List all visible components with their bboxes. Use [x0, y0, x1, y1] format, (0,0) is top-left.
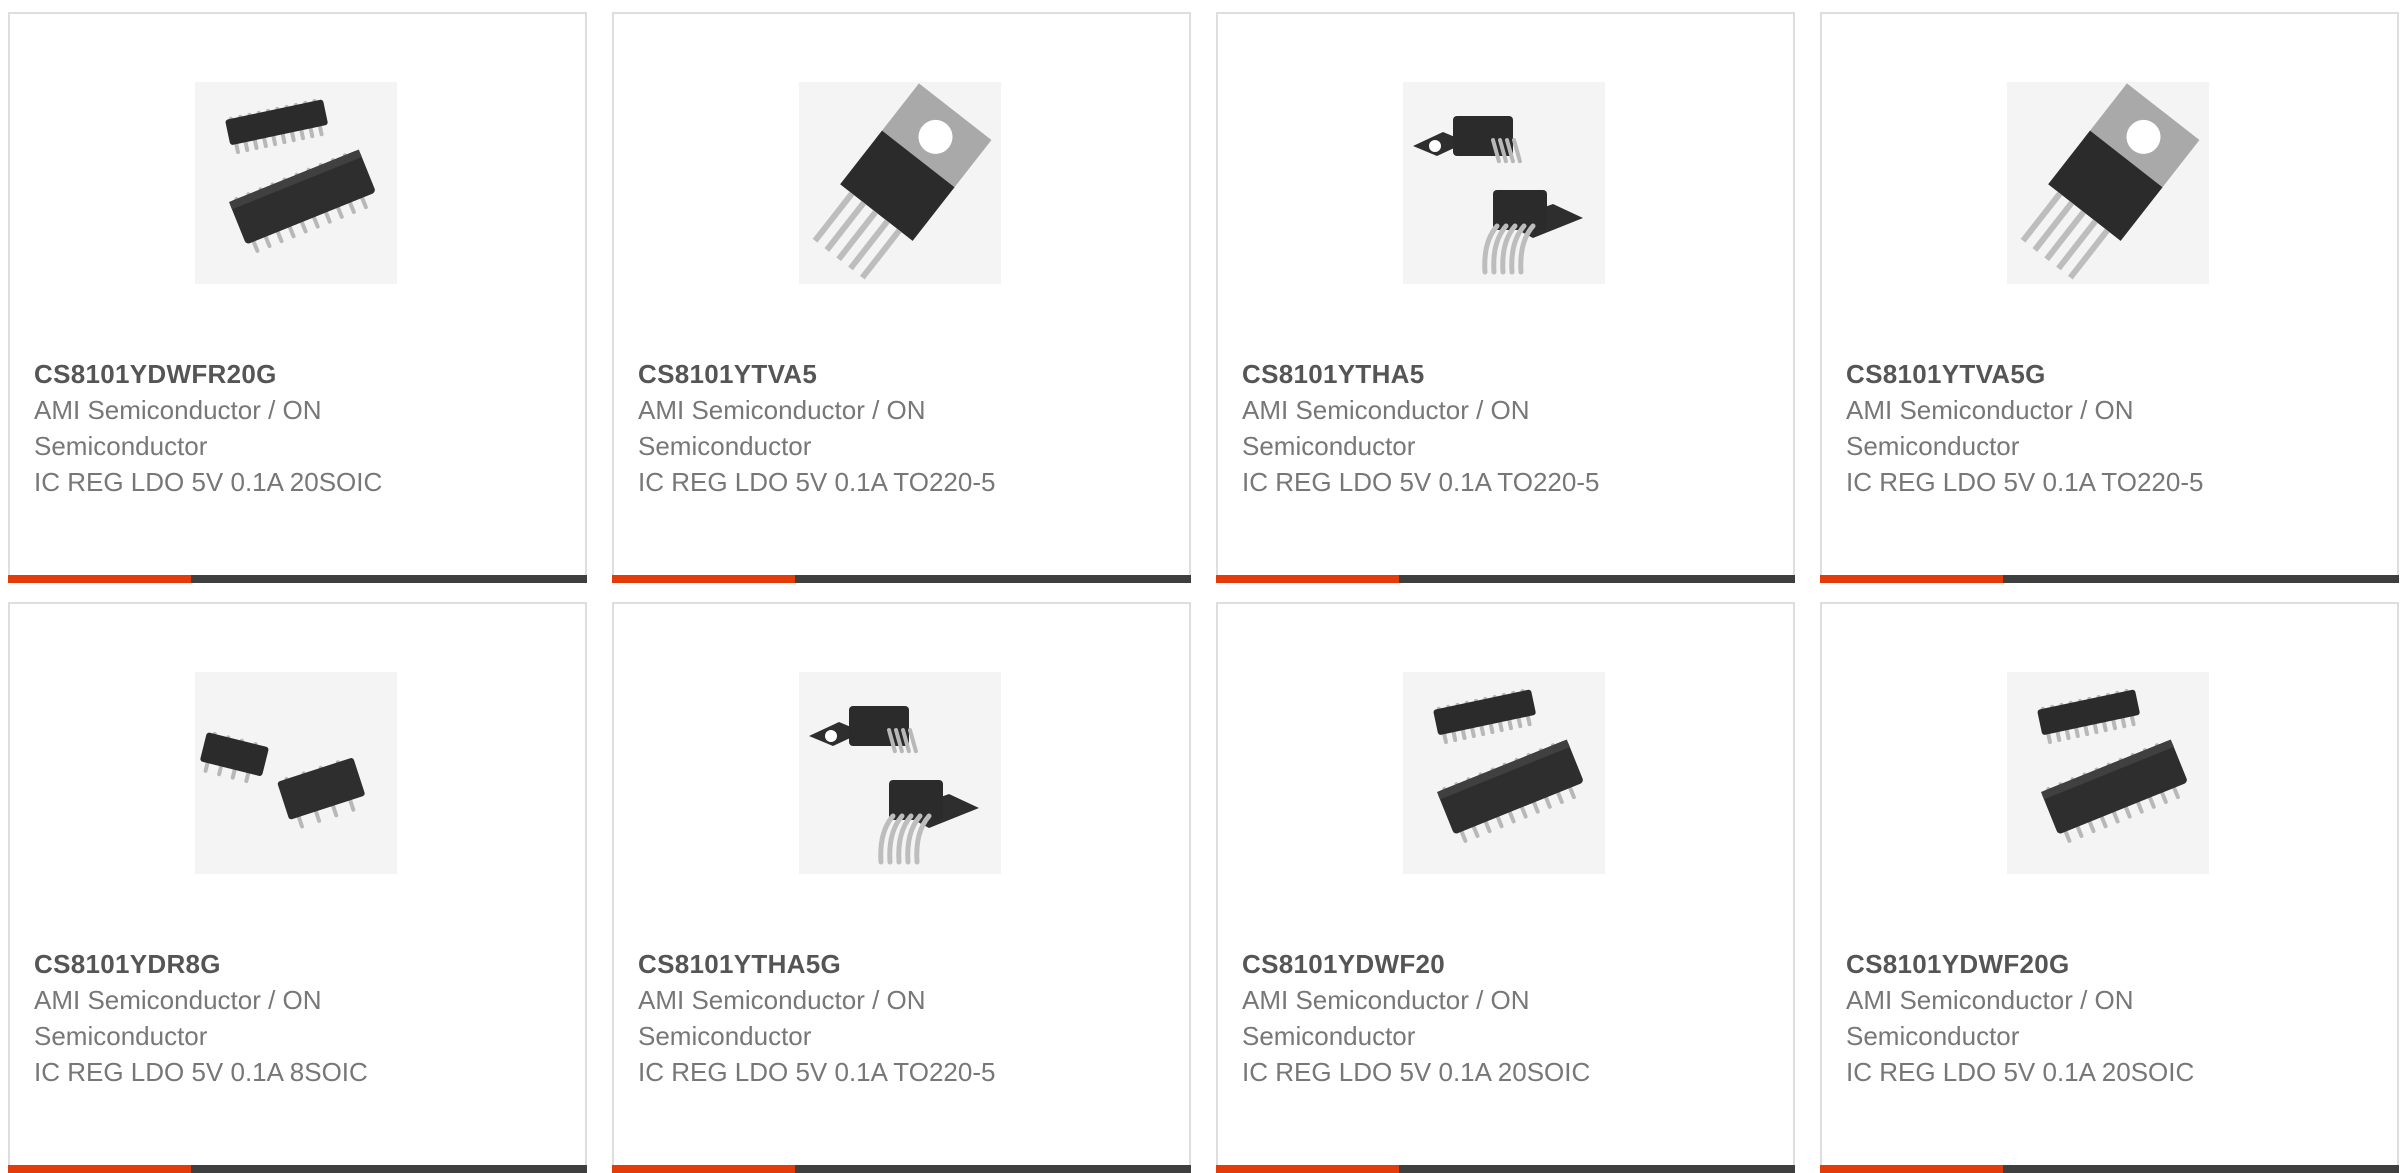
- product-image[interactable]: [799, 82, 1001, 284]
- manufacturer: AMI Semiconductor / ON Semiconductor: [1242, 985, 1530, 1051]
- part-number[interactable]: CS8101YDWF20G: [1846, 946, 2286, 982]
- card-bottom-bar: [8, 575, 587, 583]
- product-image[interactable]: [195, 82, 397, 284]
- description: IC REG LDO 5V 0.1A 20SOIC: [34, 467, 383, 497]
- manufacturer: AMI Semiconductor / ON Semiconductor: [34, 395, 322, 461]
- manufacturer: AMI Semiconductor / ON Semiconductor: [1846, 395, 2134, 461]
- card-bottom-bar: [612, 1165, 1191, 1173]
- part-number[interactable]: CS8101YTHA5G: [638, 946, 1078, 982]
- product-image[interactable]: [2007, 82, 2209, 284]
- product-card[interactable]: CS8101YDWFR20G AMI Semiconductor / ON Se…: [8, 12, 587, 583]
- product-image[interactable]: [1403, 672, 1605, 874]
- card-bottom-bar: [1820, 575, 2399, 583]
- product-card[interactable]: CS8101YTVA5 AMI Semiconductor / ON Semic…: [612, 12, 1191, 583]
- product-card[interactable]: CS8101YTVA5G AMI Semiconductor / ON Semi…: [1820, 12, 2399, 583]
- product-card[interactable]: CS8101YTHA5 AMI Semiconductor / ON Semic…: [1216, 12, 1795, 583]
- card-accent: [612, 575, 795, 583]
- manufacturer: AMI Semiconductor / ON Semiconductor: [638, 985, 926, 1051]
- part-number[interactable]: CS8101YTHA5: [1242, 356, 1682, 392]
- card-bottom-bar: [1216, 575, 1795, 583]
- card-accent: [1216, 1165, 1399, 1173]
- part-number[interactable]: CS8101YDWF20: [1242, 946, 1682, 982]
- description: IC REG LDO 5V 0.1A TO220-5: [638, 1057, 996, 1087]
- product-image[interactable]: [2007, 672, 2209, 874]
- description: IC REG LDO 5V 0.1A TO220-5: [638, 467, 996, 497]
- part-number[interactable]: CS8101YDWFR20G: [34, 356, 474, 392]
- part-number[interactable]: CS8101YDR8G: [34, 946, 474, 982]
- manufacturer: AMI Semiconductor / ON Semiconductor: [1846, 985, 2134, 1051]
- product-grid: CS8101YDWFR20G AMI Semiconductor / ON Se…: [8, 12, 2399, 1173]
- description: IC REG LDO 5V 0.1A 20SOIC: [1846, 1057, 2195, 1087]
- card-bottom-bar: [1216, 1165, 1795, 1173]
- card-bottom-bar: [1820, 1165, 2399, 1173]
- card-accent: [1216, 575, 1399, 583]
- card-accent: [1820, 575, 2003, 583]
- product-card[interactable]: CS8101YDWF20 AMI Semiconductor / ON Semi…: [1216, 602, 1795, 1173]
- description: IC REG LDO 5V 0.1A 8SOIC: [34, 1057, 368, 1087]
- product-card[interactable]: CS8101YTHA5G AMI Semiconductor / ON Semi…: [612, 602, 1191, 1173]
- manufacturer: AMI Semiconductor / ON Semiconductor: [638, 395, 926, 461]
- description: IC REG LDO 5V 0.1A TO220-5: [1846, 467, 2204, 497]
- description: IC REG LDO 5V 0.1A 20SOIC: [1242, 1057, 1591, 1087]
- product-image[interactable]: [799, 672, 1001, 874]
- product-card[interactable]: CS8101YDWF20G AMI Semiconductor / ON Sem…: [1820, 602, 2399, 1173]
- card-accent: [1820, 1165, 2003, 1173]
- card-accent: [8, 1165, 191, 1173]
- card-bottom-bar: [8, 1165, 587, 1173]
- manufacturer: AMI Semiconductor / ON Semiconductor: [34, 985, 322, 1051]
- product-image[interactable]: [195, 672, 397, 874]
- card-bottom-bar: [612, 575, 1191, 583]
- card-accent: [612, 1165, 795, 1173]
- part-number[interactable]: CS8101YTVA5: [638, 356, 1078, 392]
- product-image[interactable]: [1403, 82, 1605, 284]
- product-card[interactable]: CS8101YDR8G AMI Semiconductor / ON Semic…: [8, 602, 587, 1173]
- description: IC REG LDO 5V 0.1A TO220-5: [1242, 467, 1600, 497]
- card-accent: [8, 575, 191, 583]
- manufacturer: AMI Semiconductor / ON Semiconductor: [1242, 395, 1530, 461]
- part-number[interactable]: CS8101YTVA5G: [1846, 356, 2286, 392]
